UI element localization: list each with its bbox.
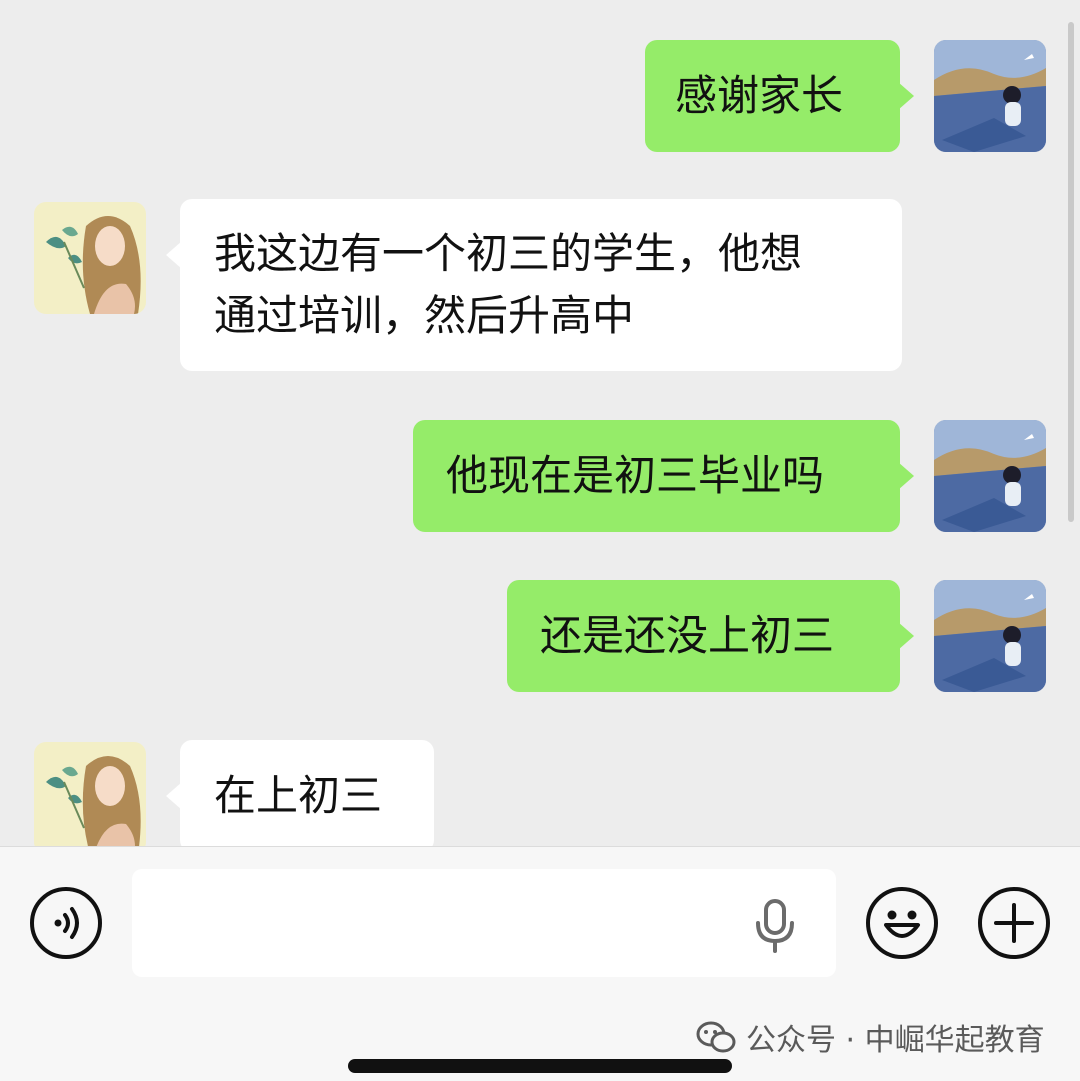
seascape-avatar-image	[934, 40, 1046, 152]
wechat-logo-icon	[696, 1021, 736, 1053]
emoji-button[interactable]	[866, 887, 938, 959]
chat-history[interactable]: 感谢家长 我这边有一个初三的学生，他想 通过培训，然后升高中 他现在是初三毕业吗…	[0, 0, 1080, 846]
microphone-icon[interactable]	[752, 899, 798, 953]
message-bubble-incoming[interactable]: 我这边有一个初三的学生，他想 通过培训，然后升高中	[166, 199, 902, 371]
seascape-avatar-image	[934, 580, 1046, 692]
message-bubble-outgoing[interactable]: 他现在是初三毕业吗	[413, 420, 914, 532]
message-text: 他现在是初三毕业吗	[446, 451, 825, 500]
message-input-bar: 公众号 · 中崛华起教育	[0, 846, 1080, 1081]
emoji-icon	[884, 910, 920, 938]
message-text-line-1: 我这边有一个初三的学生，他想	[214, 229, 803, 278]
message-bubble-incoming[interactable]: 在上初三	[166, 740, 434, 846]
home-indicator[interactable]	[348, 1059, 732, 1073]
seascape-avatar-image	[934, 420, 1046, 532]
my-avatar[interactable]	[934, 420, 1046, 532]
more-functions-button[interactable]	[978, 887, 1050, 959]
message-bubble-outgoing[interactable]: 还是还没上初三	[507, 580, 914, 692]
watermark-text: 公众号 · 中崛华起教育	[746, 1023, 1045, 1058]
message-text-input[interactable]	[132, 869, 836, 977]
my-avatar[interactable]	[934, 40, 1046, 152]
contact-avatar[interactable]	[34, 202, 146, 314]
contact-avatar[interactable]	[34, 742, 146, 846]
watermark: 公众号 · 中崛华起教育	[696, 1015, 1045, 1059]
voice-mode-icon	[54, 907, 79, 939]
illustrated-girl-avatar-image	[34, 202, 146, 314]
my-avatar[interactable]	[934, 580, 1046, 692]
message-text-line-2: 通过培训，然后升高中	[214, 291, 635, 340]
plus-icon	[994, 903, 1034, 943]
message-text: 在上初三	[214, 771, 383, 820]
chat-scrollbar[interactable]	[1068, 22, 1074, 522]
message-text: 还是还没上初三	[540, 611, 835, 660]
message-text: 感谢家长	[675, 71, 844, 120]
illustrated-girl-avatar-image	[34, 742, 146, 846]
message-bubble-outgoing[interactable]: 感谢家长	[645, 40, 914, 152]
voice-mode-button[interactable]	[30, 887, 102, 959]
